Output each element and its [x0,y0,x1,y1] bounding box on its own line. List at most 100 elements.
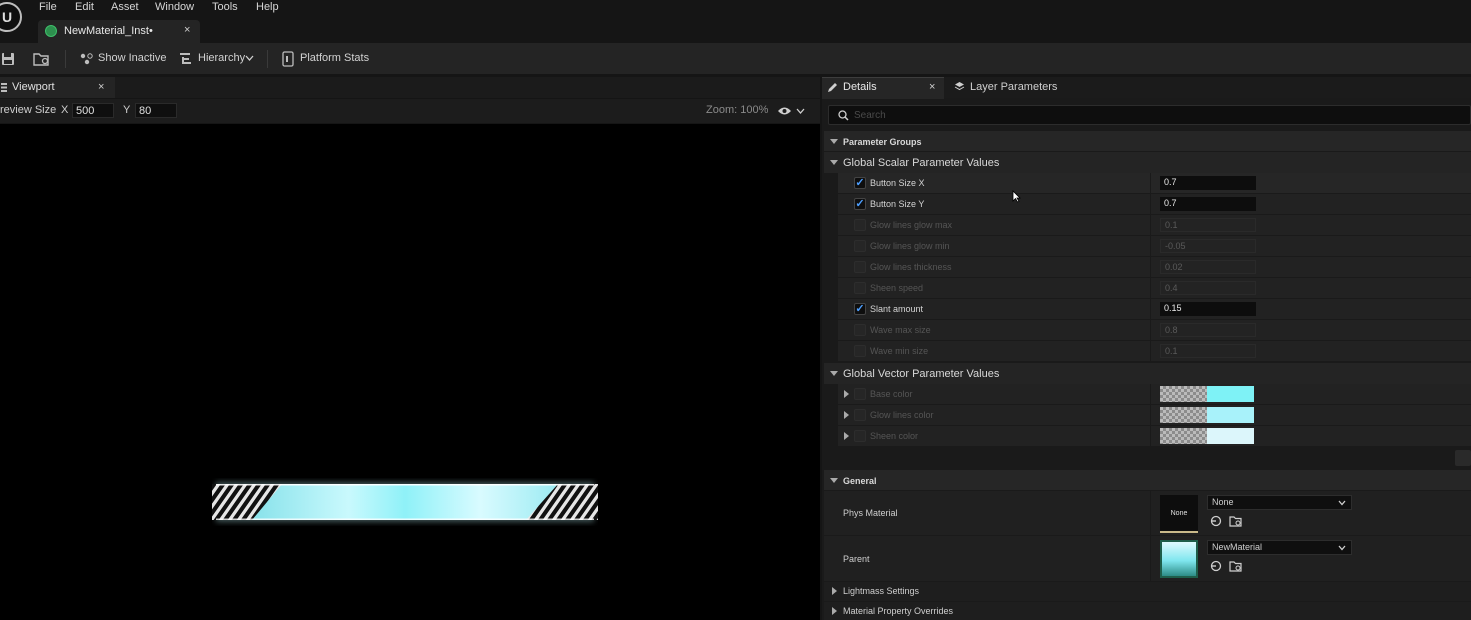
material-property-overrides-label: Material Property Overrides [843,606,954,616]
param-value-input[interactable]: 0.4 [1160,281,1256,295]
preview-height-input[interactable]: 80 [135,103,177,118]
scalar-param-row: Wave max size 0.8 [838,320,1471,341]
search-placeholder: Search [854,110,886,121]
color-swatch[interactable] [1160,428,1254,444]
param-name: Wave min size [870,346,929,356]
parameter-groups-header[interactable]: Parameter Groups [824,131,1471,151]
browse-folder-icon[interactable] [33,52,51,66]
param-override-checkbox[interactable] [854,282,866,294]
zoom-readout: Zoom: 100% [706,104,769,116]
vector-param-row: Sheen color [838,426,1471,447]
expand-arrow-icon[interactable] [844,432,849,440]
vector-params-header[interactable]: Global Vector Parameter Values [824,363,1471,384]
param-override-checkbox[interactable]: ✓ [854,177,866,189]
eye-icon[interactable] [777,106,792,116]
param-override-checkbox[interactable] [854,240,866,252]
param-value-input[interactable]: 0.15 [1160,302,1256,316]
color-swatch[interactable] [1160,386,1254,402]
param-override-checkbox[interactable]: ✓ [854,303,866,315]
menu-asset[interactable]: Asset [111,1,139,13]
column-split [1150,215,1151,236]
asset-editor-tab[interactable]: NewMaterial_Inst• × [38,20,200,43]
param-override-checkbox[interactable] [854,261,866,273]
show-inactive-button[interactable]: Show Inactive [98,52,166,64]
material-preview-button [212,482,598,522]
param-value-input[interactable]: 0.02 [1160,260,1256,274]
param-override-checkbox[interactable] [854,345,866,357]
use-selected-icon[interactable] [1210,560,1222,572]
viewport-tab[interactable]: Viewport × [0,77,115,98]
menu-window[interactable]: Window [155,1,194,13]
layers-icon [954,82,965,91]
hierarchy-dropdown[interactable]: Hierarchy [198,52,245,64]
details-tab-close-button[interactable]: × [929,81,935,93]
parent-label: Parent [843,554,870,564]
use-selected-icon[interactable] [1210,515,1222,527]
browse-asset-icon[interactable] [1229,560,1242,572]
param-value-input[interactable]: 0.8 [1160,323,1256,337]
viewport-options-bar: review Size X Y Zoom: 100% [0,99,820,123]
color-swatch[interactable] [1160,407,1254,423]
phys-material-dropdown[interactable]: None [1207,495,1352,510]
parent-material-thumbnail[interactable] [1160,540,1198,578]
lightmass-settings-row[interactable]: Lightmass Settings [824,582,1471,601]
toolbar-separator [267,50,268,68]
viewport-tab-close-button[interactable]: × [98,81,104,93]
save-icon[interactable] [1,52,15,66]
color-fill [1207,428,1254,444]
column-split [1150,173,1151,194]
layer-parameters-tab[interactable]: Layer Parameters [970,81,1057,93]
viewport-canvas[interactable] [0,124,820,620]
details-tab[interactable]: Details × [822,77,944,99]
expand-arrow-icon[interactable] [844,390,849,398]
phys-material-label: Phys Material [843,508,898,518]
param-override-checkbox[interactable]: ✓ [854,198,866,210]
param-value-input[interactable]: 0.1 [1160,218,1256,232]
expand-arrow-icon [830,478,838,483]
platform-stats-button[interactable]: Platform Stats [300,52,369,64]
param-value-input[interactable]: 0.1 [1160,344,1256,358]
param-override-checkbox[interactable] [854,409,866,421]
scalar-param-row: ✓ Button Size Y 0.7 [838,194,1471,215]
pencil-icon [828,83,837,92]
viewport-tab-bar: Viewport × [0,77,820,98]
chevron-down-icon[interactable] [796,108,805,115]
column-split [1150,536,1151,581]
asset-tab-close-button[interactable]: × [184,24,190,36]
color-fill [1207,386,1254,402]
expand-arrow-icon [832,607,837,615]
param-name: Sheen color [870,431,919,441]
phys-material-thumbnail[interactable]: None [1160,495,1198,533]
param-name: Glow lines glow min [870,241,950,251]
expand-arrow-icon [830,160,838,165]
menu-help[interactable]: Help [256,1,279,13]
browse-asset-icon[interactable] [1229,515,1242,527]
menu-tools[interactable]: Tools [212,1,238,13]
preview-width-input[interactable]: 500 [72,103,114,118]
param-name: Glow lines thickness [870,262,952,272]
column-split [1150,426,1151,447]
param-value-input[interactable]: 0.7 [1160,197,1256,211]
lightmass-settings-label: Lightmass Settings [843,586,920,596]
menu-file[interactable]: File [39,1,57,13]
param-override-checkbox[interactable] [854,388,866,400]
expand-arrow-icon[interactable] [844,411,849,419]
checkmark-icon: ✓ [855,303,865,315]
param-value-input[interactable]: -0.05 [1160,239,1256,253]
checkmark-icon: ✓ [855,177,865,189]
expand-arrow-icon [832,587,837,595]
scalar-params-header[interactable]: Global Scalar Parameter Values [824,152,1471,173]
general-header[interactable]: General [824,470,1471,490]
param-name: Glow lines glow max [870,220,953,230]
details-search-input[interactable]: Search [828,105,1471,125]
param-value-input[interactable]: 0.7 [1160,176,1256,190]
param-override-checkbox[interactable] [854,324,866,336]
param-override-checkbox[interactable] [854,430,866,442]
material-property-overrides-row[interactable]: Material Property Overrides [824,602,1471,620]
overflow-button[interactable] [1455,450,1471,466]
parameter-groups-title: Parameter Groups [843,137,922,147]
scalar-param-row: Glow lines thickness 0.02 [838,257,1471,278]
parent-dropdown[interactable]: NewMaterial [1207,540,1352,555]
param-override-checkbox[interactable] [854,219,866,231]
menu-edit[interactable]: Edit [75,1,94,13]
